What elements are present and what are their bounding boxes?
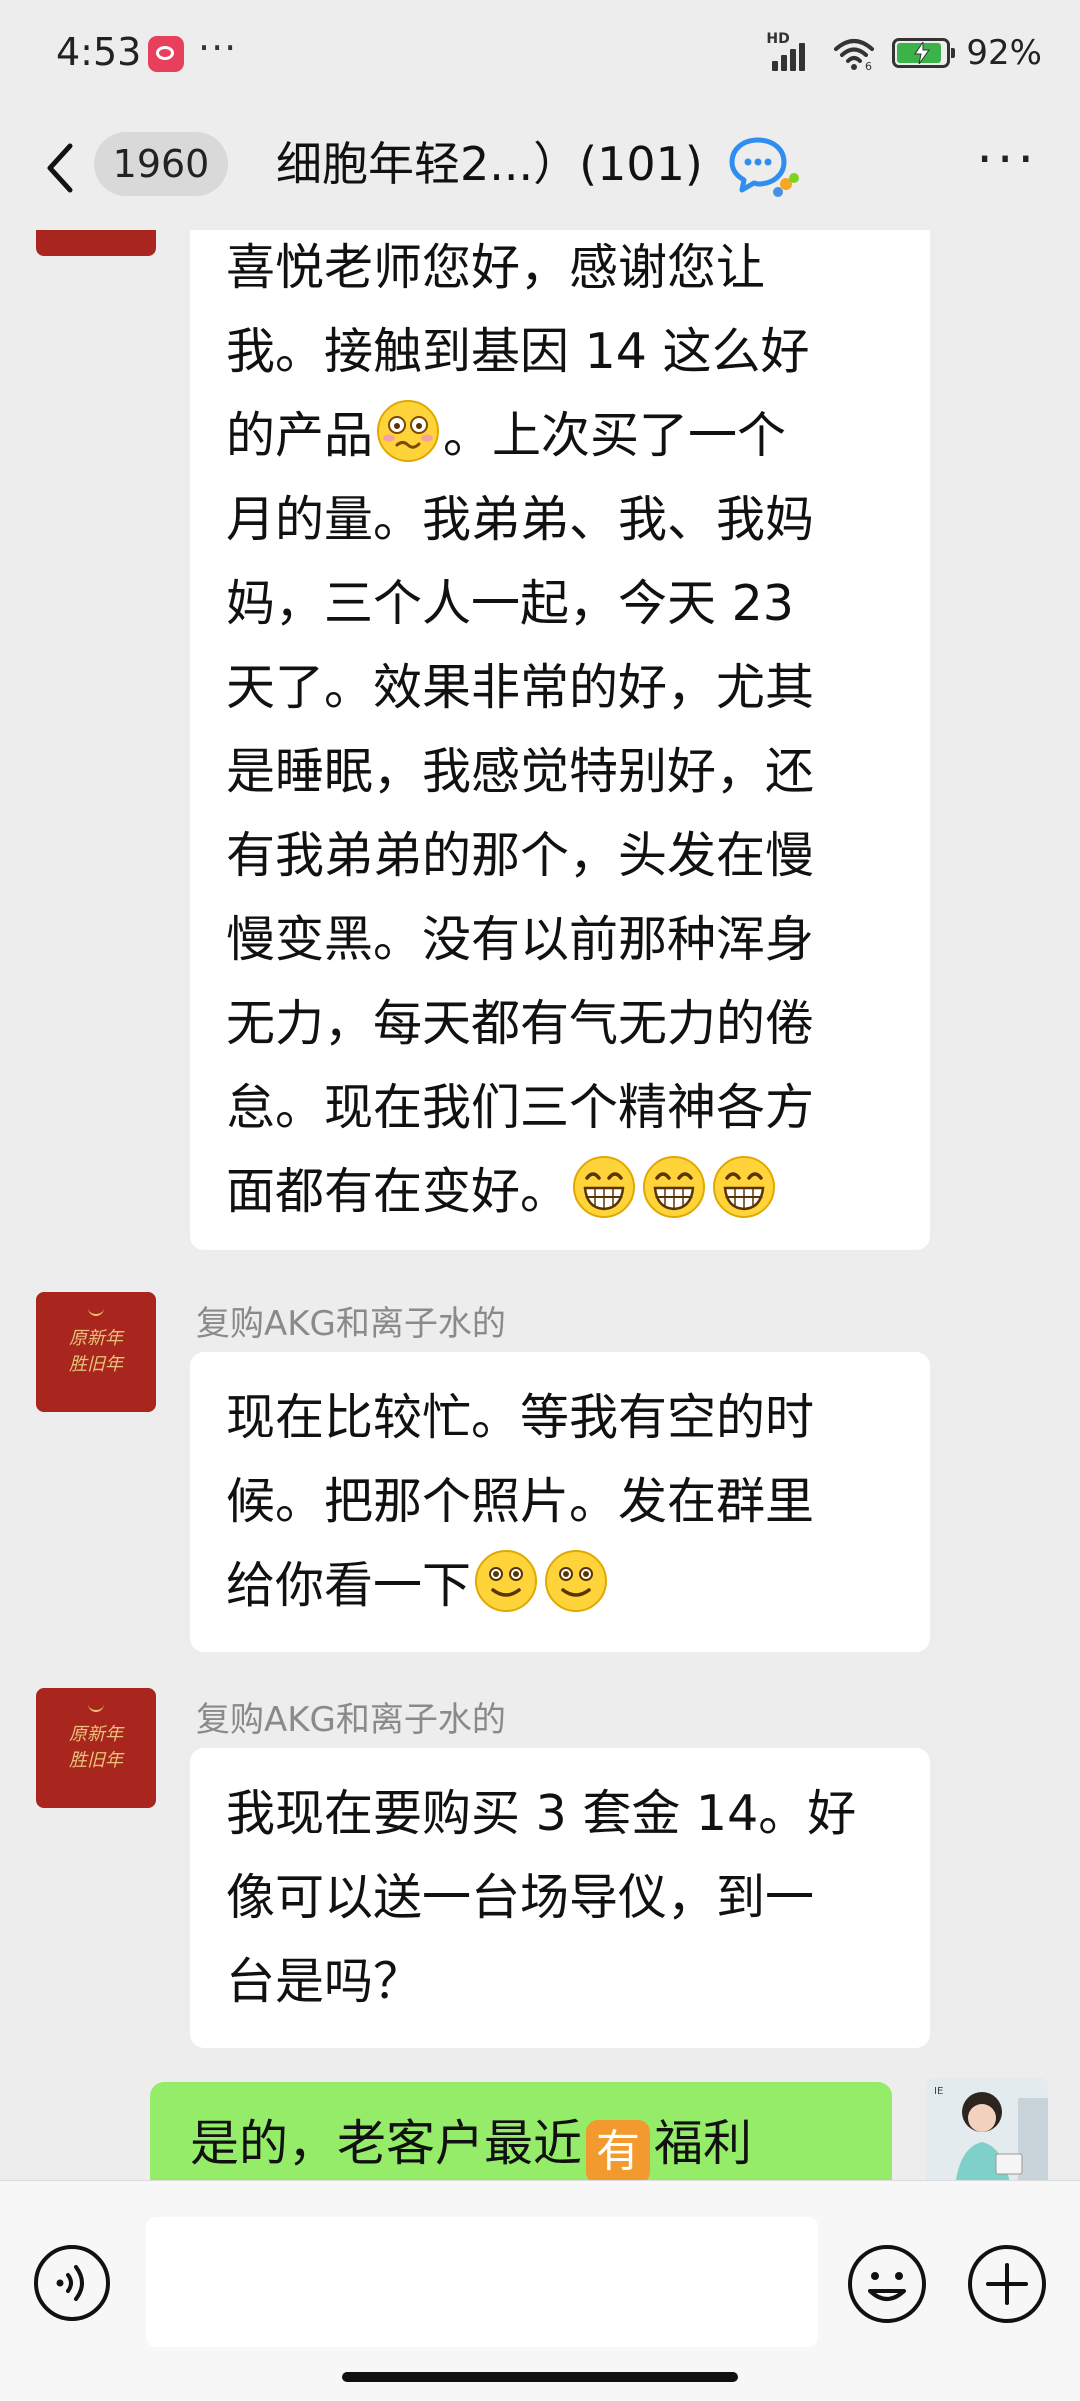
message-text: 面都有在变好。: [226, 1163, 570, 1220]
status-more-icon: ···: [198, 26, 238, 70]
sender-avatar[interactable]: 原新年 胜旧年: [36, 1292, 156, 1412]
message-line: 喜悦老师您好，感谢您让: [226, 239, 766, 296]
input-bar: [0, 2180, 1080, 2401]
message-line: 的产品 。上次买了一个: [226, 394, 894, 478]
sender-avatar[interactable]: 原新年 胜旧年: [36, 1688, 156, 1808]
app-notification-icon: [148, 36, 184, 72]
grinning-face-emoji-icon: [643, 1156, 706, 1218]
message-line: 面都有在变好。: [226, 1150, 894, 1234]
grinning-face-emoji-icon: [573, 1156, 636, 1218]
sender-avatar[interactable]: [36, 230, 156, 256]
message-line: 有我弟弟的那个，头发在慢: [226, 827, 815, 884]
status-bar: 4:53 ··· HD 6 92%: [0, 0, 1080, 110]
chat-title[interactable]: 细胞年轻2...）(101): [276, 134, 703, 194]
battery-icon: [892, 38, 956, 68]
message-line: 天了。效果非常的好，尤其: [226, 659, 815, 716]
message-bubble[interactable]: 喜悦老师您好，感谢您让 我。接触到基因 14 这么好 的产品 。上次买了一个 月的…: [190, 230, 930, 1250]
own-message-bubble[interactable]: 是的，老客户最近有福利: [150, 2082, 892, 2180]
smiling-face-emoji-icon: [545, 1550, 608, 1612]
message-bubble[interactable]: 现在比较忙。等我有空的时 候。把那个照片。发在群里 给你看一下: [190, 1352, 930, 1652]
message-text: 是的，老客户最近: [190, 2115, 583, 2172]
group-chat-icon[interactable]: [728, 134, 800, 198]
avatar-logo-text: 原新年 胜旧年: [69, 1328, 123, 1375]
emoji-icon[interactable]: [846, 2243, 928, 2325]
highlight-badge: 有: [586, 2120, 651, 2180]
message-line: 像可以送一台场导仪，到一: [226, 1869, 815, 1926]
message-text: 福利: [654, 2115, 753, 2172]
message-line: 是睡眠，我感觉特别好，还: [226, 743, 815, 800]
cellular-signal-icon: HD: [766, 31, 816, 71]
svg-text:IE: IE: [934, 2086, 943, 2097]
message-line: 候。把那个照片。发在群里: [226, 1473, 815, 1530]
avatar-logo-text: 原新年 胜旧年: [69, 1724, 123, 1771]
plus-icon[interactable]: [966, 2243, 1048, 2325]
message-text: 的产品: [226, 407, 374, 464]
home-indicator[interactable]: [342, 2372, 738, 2382]
message-line: 慢变黑。没有以前那种浑身: [226, 911, 815, 968]
battery-percent: 92%: [966, 33, 1042, 73]
charging-icon: [914, 42, 931, 64]
chat-header: 1960 细胞年轻2...）(101) ···: [0, 110, 1080, 230]
wifi-icon: 6: [834, 39, 875, 71]
message-list[interactable]: 喜悦老师您好，感谢您让 我。接触到基因 14 这么好 的产品 。上次买了一个 月的…: [0, 230, 1080, 2180]
smiling-face-emoji-icon: [475, 1550, 538, 1612]
message-line: 给你看一下: [226, 1544, 894, 1628]
more-icon[interactable]: ···: [976, 130, 1038, 190]
svg-text:6: 6: [865, 60, 872, 71]
own-avatar[interactable]: IE: [926, 2078, 1048, 2180]
message-bubble[interactable]: 我现在要购买 3 套金 14。好 像可以送一台场导仪，到一 台是吗？: [190, 1748, 930, 2048]
woozy-face-emoji-icon: [377, 400, 440, 462]
sender-name: 复购AKG和离子水的: [196, 1700, 506, 1740]
message-text: 。上次买了一个: [443, 407, 787, 464]
message-line: 妈，三个人一起，今天 23: [226, 575, 794, 632]
user-photo-icon: IE: [926, 2078, 1048, 2180]
message-text: 给你看一下: [226, 1557, 472, 1614]
back-icon[interactable]: [40, 138, 86, 198]
message-line: 现在比较忙。等我有空的时: [226, 1389, 815, 1446]
message-line: 台是吗？: [226, 1953, 423, 2010]
message-line: 怠。现在我们三个精神各方: [226, 1079, 815, 1136]
status-time: 4:53: [56, 30, 142, 74]
message-input[interactable]: [146, 2217, 818, 2347]
unread-count-badge[interactable]: 1960: [94, 132, 228, 196]
message-line: 月的量。我弟弟、我、我妈: [226, 491, 815, 548]
status-indicators: HD 6 92%: [766, 28, 1042, 78]
message-line: 无力，每天都有气无力的倦: [226, 995, 815, 1052]
message-line: 我现在要购买 3 套金 14。好: [226, 1785, 857, 1842]
sender-name: 复购AKG和离子水的: [196, 1304, 506, 1344]
message-line: 我。接触到基因 14 这么好: [226, 323, 810, 380]
voice-input-icon[interactable]: [32, 2243, 112, 2323]
grinning-face-emoji-icon: [713, 1156, 776, 1218]
